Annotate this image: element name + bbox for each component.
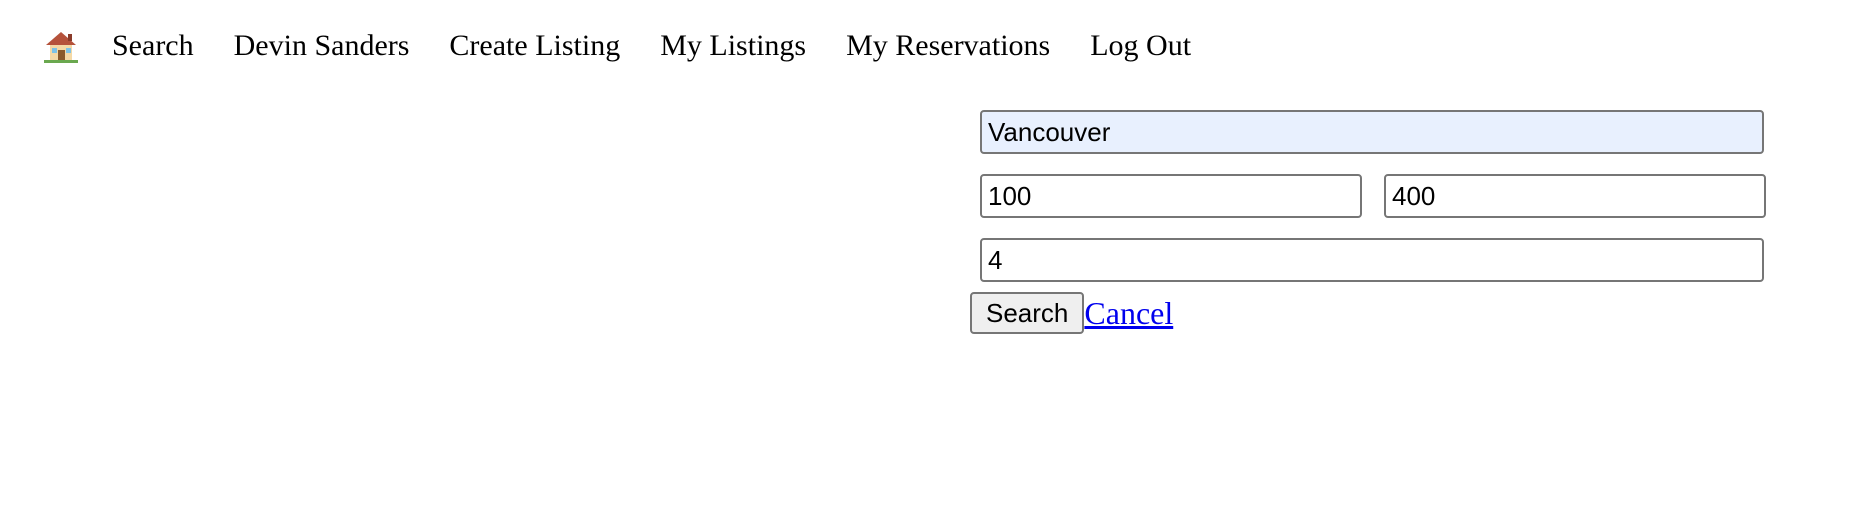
min-price-input[interactable] — [980, 174, 1362, 218]
nav-search-link[interactable]: Search — [112, 24, 194, 68]
nav-log-out-link[interactable]: Log Out — [1090, 24, 1191, 68]
search-form: Search Cancel — [970, 110, 1766, 334]
nav-create-listing-link[interactable]: Create Listing — [449, 24, 620, 68]
location-input[interactable] — [980, 110, 1764, 154]
guests-input[interactable] — [980, 238, 1764, 282]
house-icon[interactable] — [44, 29, 78, 63]
top-nav: Search Devin Sanders Create Listing My L… — [44, 24, 1231, 68]
price-range-row — [980, 174, 1766, 218]
form-actions: Search Cancel — [970, 292, 1766, 334]
nav-my-reservations-link[interactable]: My Reservations — [846, 24, 1050, 68]
nav-user-profile-link[interactable]: Devin Sanders — [234, 24, 410, 68]
nav-my-listings-link[interactable]: My Listings — [660, 24, 806, 68]
cancel-link[interactable]: Cancel — [1084, 292, 1173, 334]
max-price-input[interactable] — [1384, 174, 1766, 218]
search-button[interactable]: Search — [970, 292, 1085, 334]
